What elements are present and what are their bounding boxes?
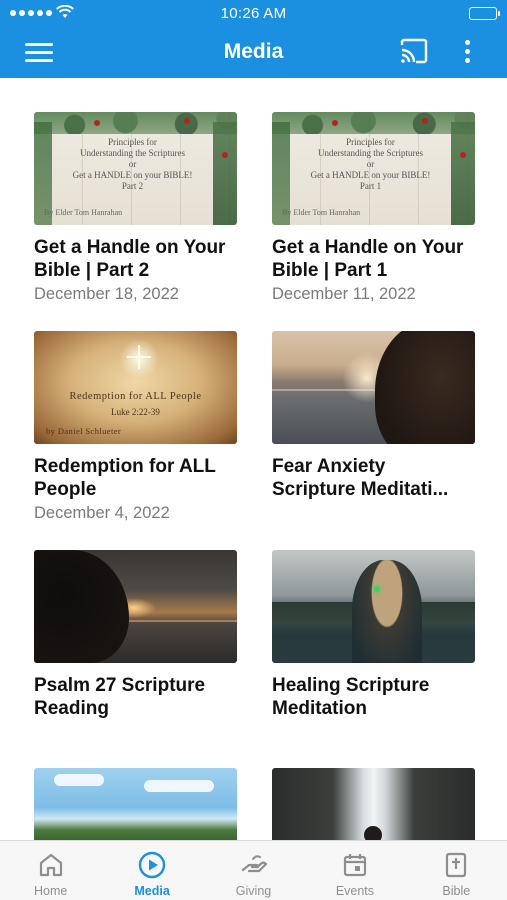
app-header: 10:26 AM Media <box>0 0 507 78</box>
tab-bible[interactable]: Bible <box>406 841 507 900</box>
media-date: December 18, 2022 <box>34 285 179 303</box>
media-card[interactable]: Principles for Understanding the Scriptu… <box>272 112 475 304</box>
media-title: Redemption for ALL People <box>34 456 216 500</box>
media-grid: Principles for Understanding the Scriptu… <box>0 78 507 840</box>
tab-events[interactable]: Events <box>304 841 405 900</box>
tab-home[interactable]: Home <box>0 841 101 900</box>
media-card[interactable] <box>272 768 475 840</box>
page-title: Media <box>223 40 284 63</box>
bottom-tab-bar: Home Media Giving Events Bible <box>0 840 507 900</box>
thumbnail-caption: Principles for Understanding the Scriptu… <box>310 137 431 191</box>
media-thumbnail: Redemption for ALL People Luke 2:22-39 b… <box>34 331 237 444</box>
giving-hand-icon <box>241 855 267 873</box>
media-title: Get a Handle on Your Bible | Part 1 <box>272 237 464 281</box>
media-thumbnail: Principles for Understanding the Scriptu… <box>272 112 475 225</box>
nav-bar: Media <box>0 28 507 78</box>
calendar-icon <box>343 854 367 877</box>
media-card[interactable] <box>34 768 237 840</box>
media-thumbnail <box>34 768 237 840</box>
media-card[interactable]: Fear Anxiety Scripture Meditati... <box>272 331 475 501</box>
media-thumbnail <box>272 550 475 663</box>
media-card[interactable]: Redemption for ALL People Luke 2:22-39 b… <box>34 331 237 523</box>
star-icon <box>127 345 151 369</box>
media-title: Get a Handle on Your Bible | Part 2 <box>34 237 226 281</box>
media-date: December 11, 2022 <box>272 285 416 303</box>
media-title: Fear Anxiety Scripture Meditati... <box>272 456 449 500</box>
media-card[interactable]: Healing Scripture Meditation <box>272 550 475 720</box>
tab-giving[interactable]: Giving <box>203 841 304 900</box>
thumbnail-caption: Principles for Understanding the Scriptu… <box>72 137 193 191</box>
status-time: 10:26 AM <box>220 5 287 22</box>
media-date: December 4, 2022 <box>34 504 170 522</box>
home-icon <box>39 853 62 877</box>
media-title: Psalm 27 Scripture Reading <box>34 675 206 719</box>
media-card[interactable]: Principles for Understanding the Scriptu… <box>34 112 237 304</box>
media-thumbnail <box>272 768 475 840</box>
battery-icon <box>469 7 500 20</box>
media-thumbnail <box>272 331 475 444</box>
tab-media[interactable]: Media <box>101 841 202 900</box>
media-card[interactable]: Psalm 27 Scripture Reading <box>34 550 237 720</box>
play-circle-icon <box>138 851 166 879</box>
bible-book-icon <box>446 852 467 878</box>
media-title: Healing Scripture Meditation <box>272 675 430 719</box>
status-bar: 10:26 AM <box>0 0 507 28</box>
media-thumbnail: Principles for Understanding the Scriptu… <box>34 112 237 225</box>
media-thumbnail <box>34 550 237 663</box>
cast-icon[interactable] <box>399 38 429 64</box>
more-vertical-icon[interactable] <box>458 38 478 66</box>
